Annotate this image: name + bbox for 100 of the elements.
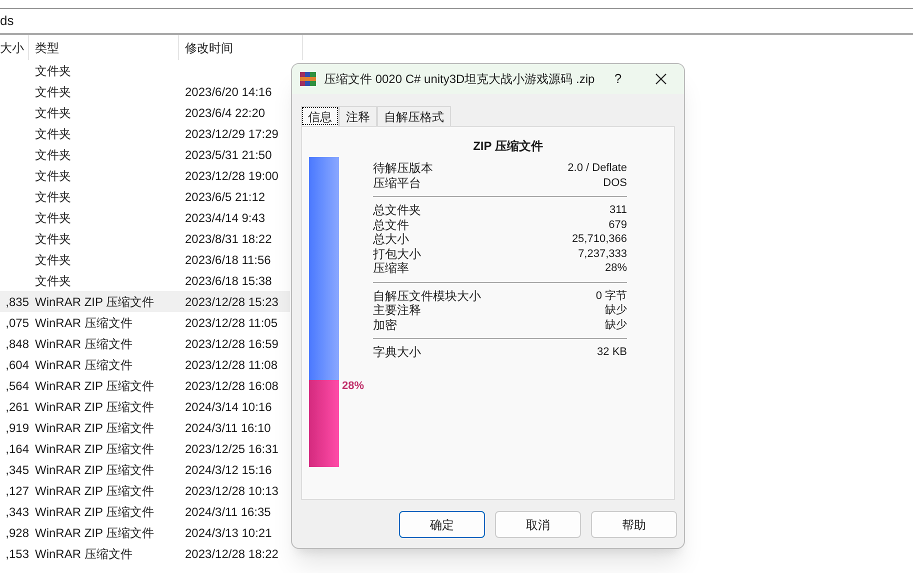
type-cell-text: 文件夹 (34, 126, 72, 142)
dialog-button[interactable]: 确定 (399, 511, 485, 538)
file-row[interactable]: 文件夹 2023/6/18 15:38 (0, 270, 290, 291)
file-row[interactable]: ,919 WinRAR ZIP 压缩文件 2024/3/11 16:10 (0, 417, 290, 438)
info-value: 缺少 (605, 303, 627, 318)
column-header[interactable]: 大小 (0, 35, 29, 60)
date-cell-text: 2023/12/28 11:08 (185, 356, 278, 374)
type-cell-text: WinRAR ZIP 压缩文件 (34, 504, 156, 520)
type-cell-text: WinRAR ZIP 压缩文件 (34, 398, 156, 416)
date-cell-text: 2023/6/18 11:56 (185, 252, 271, 268)
file-row[interactable]: ,848 WinRAR 压缩文件 2023/12/28 16:59 (0, 333, 290, 354)
file-row[interactable]: 文件夹 2023/6/5 21:12 (0, 186, 290, 207)
date-cell-text: 2023/12/28 15:23 (185, 294, 278, 310)
info-value: 7,237,333 (578, 246, 627, 261)
date-cell-text: 2024/3/12 15:16 (185, 462, 272, 478)
date-cell-text: 2023/12/28 16:59 (185, 336, 278, 352)
info-value: 25,710,366 (572, 232, 627, 246)
dialog-button[interactable]: 取消 (495, 511, 581, 538)
info-label: 压缩率 (373, 261, 409, 276)
type-cell-text: 文件夹 (34, 252, 72, 268)
dialog-tab[interactable]: 自解压格式 (377, 106, 451, 126)
file-row[interactable]: ,604 WinRAR 压缩文件 2023/12/28 11:08 (0, 354, 290, 375)
date-cell-text: 2023/12/28 19:00 (185, 168, 278, 184)
file-row[interactable]: ,261 WinRAR ZIP 压缩文件 2024/3/14 10:16 (0, 396, 290, 417)
file-row[interactable]: ,153 WinRAR 压缩文件 2023/12/28 18:22 (0, 543, 290, 564)
file-row[interactable]: 文件夹 2023/8/31 18:22 (0, 228, 290, 249)
date-cell-text: 2023/12/28 10:13 (185, 482, 278, 500)
file-row[interactable]: ,835 WinRAR ZIP 压缩文件 2023/12/28 15:23 (0, 291, 290, 312)
type-cell-text: WinRAR ZIP 压缩文件 (34, 294, 156, 310)
date-cell-text: 2023/8/31 18:22 (185, 230, 272, 248)
type-cell-text: 文件夹 (34, 210, 72, 226)
info-value: 0 字节 (596, 288, 627, 303)
file-row[interactable]: ,127 WinRAR ZIP 压缩文件 2023/12/28 10:13 (0, 480, 290, 501)
type-cell-text: WinRAR 压缩文件 (34, 336, 134, 352)
date-cell-text: 2023/4/14 9:43 (185, 210, 266, 226)
date-cell-text: 2023/6/5 21:12 (185, 188, 266, 206)
dialog-button[interactable]: 帮助 (591, 511, 677, 538)
file-row[interactable]: 文件夹 2023/6/20 14:16 (0, 81, 290, 102)
file-row[interactable]: 文件夹 (0, 60, 290, 81)
type-cell-text: WinRAR 压缩文件 (34, 314, 134, 332)
type-cell-text: 文件夹 (34, 104, 72, 122)
date-cell-text: 2024/3/11 16:10 (185, 420, 271, 436)
close-icon (655, 73, 667, 85)
type-cell-text: 文件夹 (34, 146, 72, 164)
type-cell-text: 文件夹 (34, 62, 72, 80)
file-row[interactable]: ,164 WinRAR ZIP 压缩文件 2023/12/25 16:31 (0, 438, 290, 459)
info-label: 总文件 (373, 218, 409, 232)
date-cell-text: 2023/12/28 18:22 (185, 546, 278, 562)
info-label: 总大小 (373, 232, 409, 246)
info-label: 待解压版本 (373, 161, 433, 176)
file-row[interactable]: 文件夹 2023/5/31 21:50 (0, 144, 290, 165)
info-label: 加密 (373, 318, 397, 332)
help-button[interactable]: ? (598, 69, 638, 89)
type-cell-text: 文件夹 (34, 84, 72, 100)
file-row[interactable]: ,343 WinRAR ZIP 压缩文件 2024/3/11 16:35 (0, 501, 290, 522)
dialog-tab[interactable]: 注释 (339, 106, 377, 126)
info-value: DOS (603, 176, 627, 190)
file-row[interactable]: ,928 WinRAR ZIP 压缩文件 2024/3/13 10:21 (0, 522, 290, 543)
info-value: 679 (608, 218, 627, 232)
info-label: 字典大小 (373, 345, 421, 360)
type-cell-text: WinRAR 压缩文件 (34, 546, 134, 562)
file-row[interactable]: 文件夹 2023/12/28 19:00 (0, 165, 290, 186)
dialog-tab[interactable]: 信息 (301, 106, 339, 126)
dialog-title: 压缩文件 0020 C# unity3D坦克大战小游戏源码 .zip (324, 71, 595, 88)
info-label: 压缩平台 (373, 176, 421, 190)
archive-books-icon (300, 71, 316, 87)
file-row[interactable]: ,345 WinRAR ZIP 压缩文件 2024/3/12 15:16 (0, 459, 290, 480)
type-cell-text: 文件夹 (34, 272, 72, 290)
date-cell-text: 2023/5/31 21:50 (185, 146, 272, 164)
file-row[interactable]: 文件夹 2023/6/4 22:20 (0, 102, 290, 123)
date-cell-text: 2023/12/28 11:05 (185, 314, 278, 332)
date-cell-text: 2023/6/4 22:20 (185, 104, 266, 122)
type-cell-text: WinRAR ZIP 压缩文件 (34, 524, 156, 542)
date-cell-text: 2023/12/29 17:29 (185, 126, 278, 142)
date-cell-text: 2023/6/18 15:38 (185, 272, 272, 290)
info-value: 311 (609, 203, 627, 218)
file-row[interactable]: 文件夹 2023/6/18 11:56 (0, 249, 290, 270)
date-cell-text: 2023/12/28 16:08 (185, 378, 278, 394)
column-header[interactable]: 修改时间 (179, 35, 303, 60)
info-label: 主要注释 (373, 303, 421, 318)
file-row[interactable]: 文件夹 2023/12/29 17:29 (0, 123, 290, 144)
address-bar[interactable]: ds (0, 9, 913, 35)
info-value: 2.0 / Deflate (568, 161, 627, 176)
date-cell-text: 2024/3/11 16:35 (185, 504, 271, 520)
panel-heading: ZIP 压缩文件 (472, 138, 544, 155)
file-row[interactable]: ,075 WinRAR 压缩文件 2023/12/28 11:05 (0, 312, 290, 333)
info-label: 自解压文件模块大小 (373, 288, 481, 303)
info-label: 打包大小 (373, 246, 421, 261)
date-cell-text: 2024/3/14 10:16 (185, 398, 272, 416)
date-cell-text: 2023/12/25 16:31 (185, 440, 278, 458)
file-row[interactable]: 文件夹 2023/4/14 9:43 (0, 207, 290, 228)
type-cell-text: WinRAR ZIP 压缩文件 (34, 440, 156, 458)
type-cell-text: WinRAR ZIP 压缩文件 (34, 482, 156, 500)
type-cell-text: WinRAR ZIP 压缩文件 (34, 462, 156, 478)
ratio-label: 28% (342, 380, 364, 394)
column-header[interactable]: 类型 (29, 35, 179, 60)
info-label: 总文件夹 (373, 203, 421, 218)
file-row[interactable]: ,564 WinRAR ZIP 压缩文件 2023/12/28 16:08 (0, 375, 290, 396)
type-cell-text: WinRAR 压缩文件 (34, 356, 134, 374)
type-cell-text: 文件夹 (34, 188, 72, 206)
